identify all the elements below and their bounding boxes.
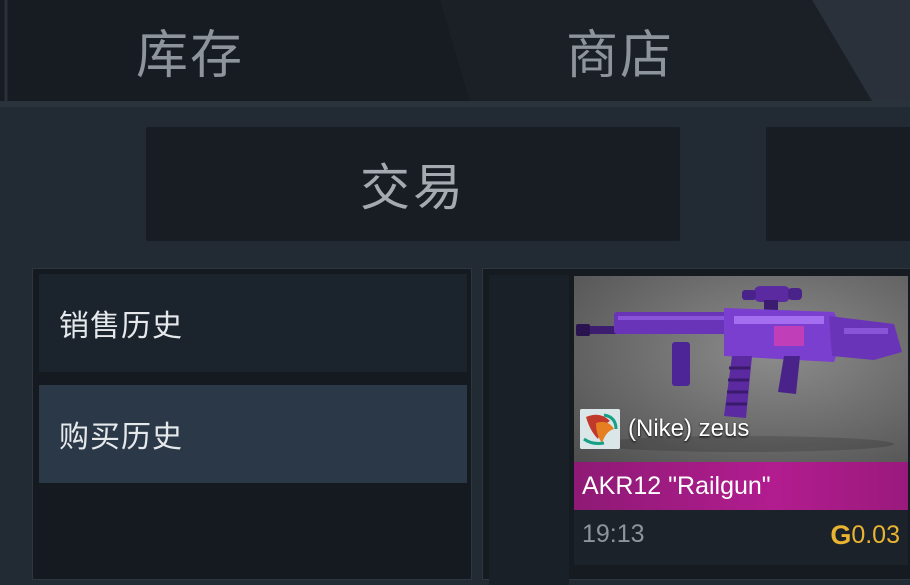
gold-coin-icon: G — [830, 520, 852, 550]
purchase-history-item[interactable]: 购买历史 — [39, 385, 467, 483]
owner-name: (Nike) zeus — [628, 415, 750, 442]
listing-time: 19:13 — [582, 520, 645, 548]
owner-row: (Nike) zeus — [580, 409, 750, 449]
item-price: 0.03 — [851, 521, 900, 549]
nav-divider — [0, 101, 910, 107]
team-logo-icon — [580, 409, 620, 449]
tab-inventory[interactable]: 库存 — [90, 0, 290, 100]
listing-panel-gutter — [489, 275, 569, 585]
sales-history-item[interactable]: 销售历史 — [39, 274, 467, 372]
item-card[interactable]: (Nike) zeus AKR12 "Railgun" 19:13 G 0.03 — [574, 276, 908, 565]
history-panel: 销售历史 购买历史 — [32, 268, 472, 580]
item-name: AKR12 "Railgun" — [582, 471, 771, 500]
avatar — [580, 409, 620, 449]
tab-store[interactable]: 商店 — [515, 0, 725, 100]
subtab-next[interactable] — [766, 127, 910, 241]
subtab-trade[interactable]: 交易 — [146, 127, 680, 241]
price-display: G 0.03 — [830, 520, 900, 551]
item-name-bar: AKR12 "Railgun" — [574, 462, 908, 510]
